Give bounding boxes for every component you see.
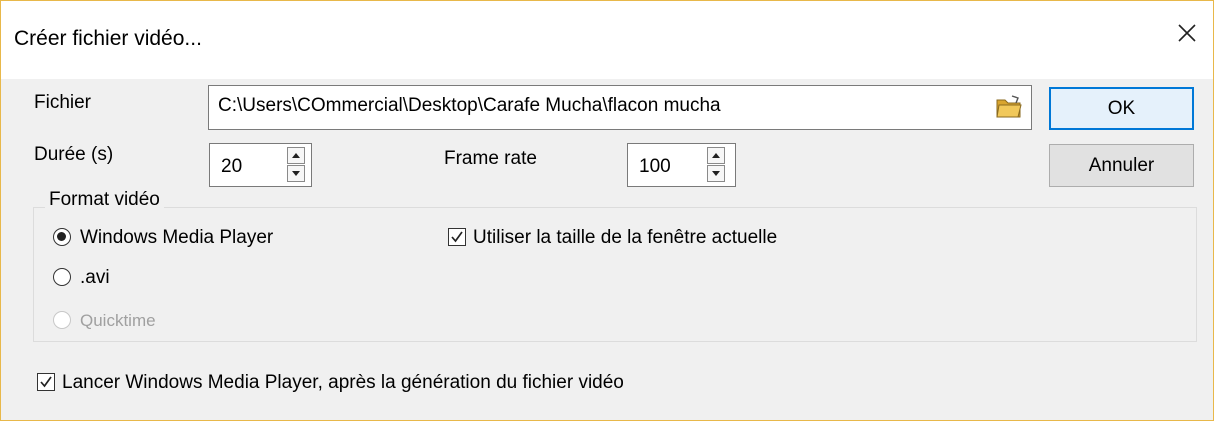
radio-label: .avi (80, 267, 110, 288)
dialog-window: Créer fichier vidéo... Fichier C:\Users\… (0, 0, 1214, 421)
arrow-down-icon (712, 171, 720, 176)
title-bar: Créer fichier vidéo... (1, 1, 1213, 79)
framerate-increment-button[interactable] (707, 147, 725, 164)
duration-label: Durée (s) (34, 144, 114, 165)
file-label: Fichier (34, 92, 92, 113)
duration-decrement-button[interactable] (287, 165, 305, 182)
close-button[interactable] (1163, 9, 1211, 57)
format-group-label: Format vidéo (45, 189, 164, 211)
radio-label: Windows Media Player (80, 227, 274, 248)
framerate-decrement-button[interactable] (707, 165, 725, 182)
checkmark-icon (40, 376, 52, 388)
open-folder-icon (996, 95, 1022, 118)
radio-button[interactable] (53, 228, 71, 246)
arrow-up-icon (712, 153, 720, 158)
duration-spinner[interactable]: 20 (209, 143, 312, 187)
duration-increment-button[interactable] (287, 147, 305, 164)
arrow-up-icon (292, 153, 300, 158)
arrow-down-icon (292, 171, 300, 176)
checkmark-icon (451, 231, 463, 243)
checkbox-label: Lancer Windows Media Player, après la gé… (62, 372, 624, 393)
ok-button-label: OK (1107, 97, 1136, 119)
radio-label: Quicktime (80, 311, 156, 330)
checkbox[interactable] (448, 228, 466, 246)
duration-value: 20 (221, 156, 243, 177)
close-icon (1178, 24, 1196, 42)
cancel-button[interactable]: Annuler (1049, 144, 1194, 187)
file-path-value: C:\Users\COmmercial\Desktop\Carafe Mucha… (218, 95, 721, 116)
checkbox[interactable] (37, 373, 55, 391)
file-path-field[interactable]: C:\Users\COmmercial\Desktop\Carafe Mucha… (208, 85, 1032, 130)
framerate-value: 100 (639, 156, 671, 177)
framerate-spinner[interactable]: 100 (627, 143, 736, 187)
ok-button[interactable]: OK (1049, 87, 1194, 130)
checkbox-label: Utiliser la taille de la fenêtre actuell… (473, 227, 778, 248)
browse-folder-button[interactable] (994, 93, 1024, 121)
radio-button[interactable] (53, 268, 71, 286)
radio-button (53, 311, 71, 329)
window-title: Créer fichier vidéo... (14, 27, 202, 50)
framerate-label: Frame rate (444, 148, 537, 169)
cancel-button-label: Annuler (1088, 154, 1155, 176)
